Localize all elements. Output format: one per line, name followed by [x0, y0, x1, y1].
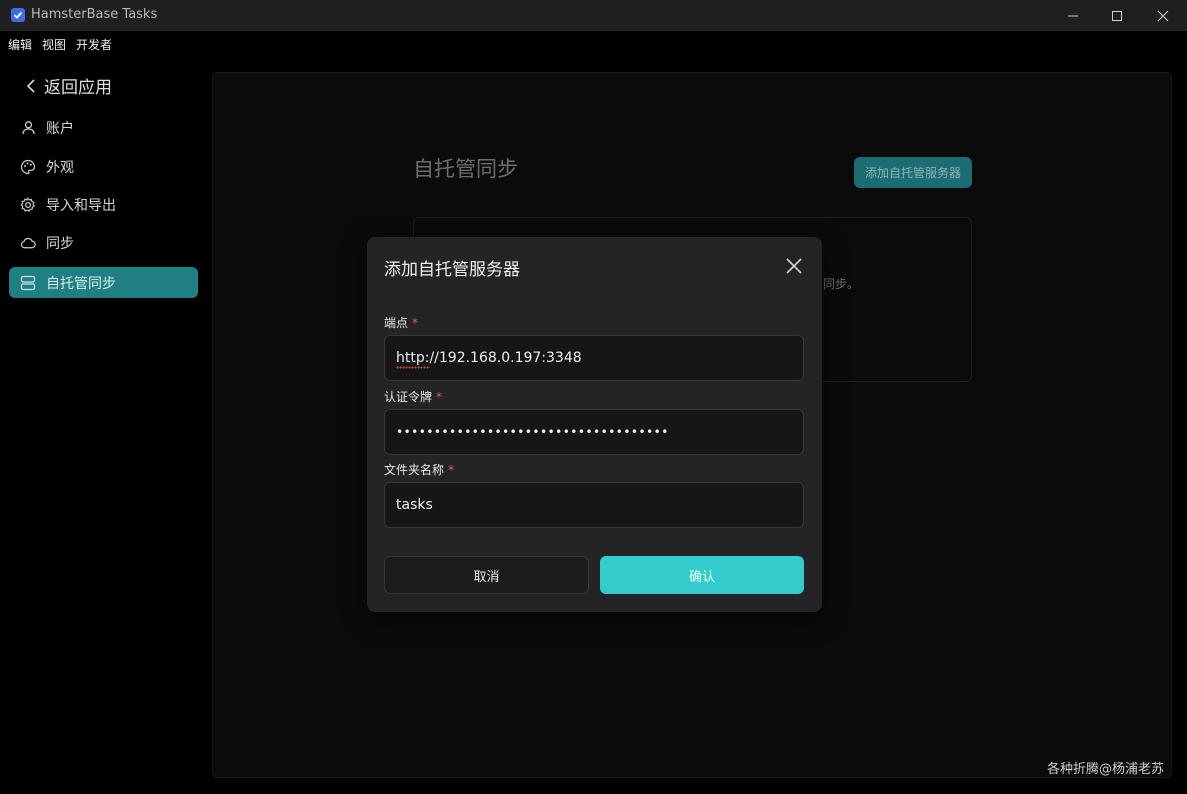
- card-description: 同步。: [823, 277, 860, 291]
- user-icon: [20, 120, 36, 136]
- sidebar-item-self-hosted-sync[interactable]: 自托管同步: [9, 267, 198, 298]
- confirm-button[interactable]: 确认: [600, 556, 804, 594]
- sidebar-item-label: 外观: [46, 159, 74, 176]
- watermark: 各种折腾@杨浦老苏: [1047, 762, 1165, 777]
- sidebar-item-appearance[interactable]: 外观: [9, 151, 198, 182]
- menu-bar: 编辑 视图 开发者: [0, 31, 1187, 57]
- add-server-dialog: 添加自托管服务器 端点 * http://192.168.0.197:3348 认…: [367, 237, 822, 612]
- required-star: *: [436, 390, 443, 404]
- required-star: *: [448, 463, 455, 477]
- sidebar-item-label: 导入和导出: [46, 197, 116, 214]
- menu-view[interactable]: 视图: [42, 36, 66, 53]
- sidebar-item-sync[interactable]: 同步: [9, 227, 198, 258]
- checkbox-icon: [11, 8, 25, 22]
- auth-token-input[interactable]: ••••••••••••••••••••••••••••••••••••: [384, 409, 804, 455]
- back-to-app-link[interactable]: 返回应用: [24, 73, 112, 98]
- sidebar-item-label: 同步: [46, 235, 74, 252]
- gear-icon: [20, 196, 36, 213]
- back-label: 返回应用: [44, 78, 112, 98]
- cancel-button[interactable]: 取消: [384, 556, 589, 594]
- chevron-left-icon: [26, 78, 35, 93]
- required-star: *: [412, 316, 419, 330]
- page-title: 自托管同步: [413, 157, 518, 181]
- endpoint-input[interactable]: http://192.168.0.197:3348: [384, 335, 804, 381]
- server-icon: [20, 275, 36, 291]
- app-window: HamsterBase Tasks 编辑 视图 开发者 返回应用 账户 外观 导…: [0, 0, 1187, 794]
- sidebar-item-label: 自托管同步: [46, 275, 116, 292]
- dialog-title: 添加自托管服务器: [384, 260, 520, 280]
- add-server-button[interactable]: 添加自托管服务器: [854, 157, 972, 188]
- sidebar: 返回应用 账户 外观 导入和导出 同步 自托管同步: [0, 57, 210, 794]
- auth-token-label: 认证令牌 *: [384, 390, 443, 404]
- maximize-icon[interactable]: [1094, 0, 1140, 31]
- menu-developer[interactable]: 开发者: [76, 36, 112, 53]
- cloud-icon: [20, 235, 36, 251]
- palette-icon: [20, 159, 36, 175]
- menu-edit[interactable]: 编辑: [8, 36, 32, 53]
- window-title: HamsterBase Tasks: [31, 7, 158, 22]
- close-icon[interactable]: [785, 257, 803, 275]
- spellcheck-underline: [396, 366, 430, 369]
- close-icon[interactable]: [1140, 0, 1186, 31]
- sidebar-item-account[interactable]: 账户: [9, 112, 198, 143]
- title-bar: HamsterBase Tasks: [0, 0, 1187, 31]
- endpoint-label: 端点 *: [384, 316, 419, 330]
- folder-name-label: 文件夹名称 *: [384, 463, 455, 477]
- folder-name-input[interactable]: tasks: [384, 482, 804, 528]
- sidebar-item-import-export[interactable]: 导入和导出: [9, 189, 198, 220]
- sidebar-item-label: 账户: [46, 120, 74, 137]
- minimize-icon[interactable]: [1050, 0, 1096, 31]
